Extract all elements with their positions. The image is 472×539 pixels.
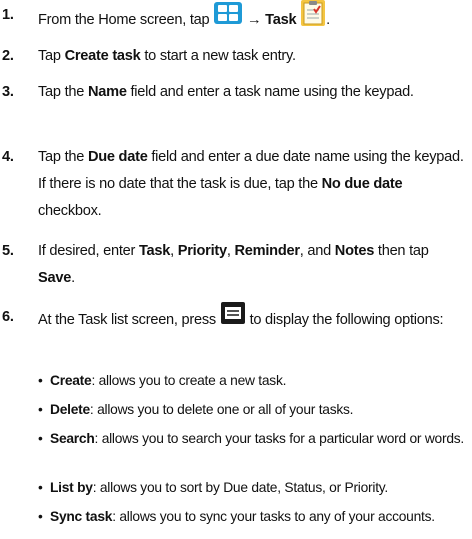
- menu-key-icon: [220, 302, 245, 334]
- step-1: 1. From the Home screen, tap → Task .: [0, 0, 470, 38]
- apps-grid-icon: [214, 2, 243, 34]
- name-field-label: Name: [87, 84, 127, 100]
- step-number: 2.: [2, 48, 14, 64]
- step-4: 4. Tap the Due date field and enter a du…: [0, 144, 470, 225]
- step-6: 6. At the Task list screen, press to dis…: [0, 302, 470, 336]
- step-text: At the Task list screen, press to displa…: [38, 302, 468, 336]
- step-number: 5.: [2, 243, 14, 259]
- due-date-label: Due date: [87, 149, 148, 165]
- list-item: • Delete: allows you to delete one or al…: [38, 399, 470, 420]
- no-due-date-label: No due date: [321, 176, 403, 192]
- step-text: From the Home screen, tap → Task .: [38, 0, 468, 38]
- instruction-page: 1. From the Home screen, tap → Task . 2.…: [0, 0, 472, 539]
- step-5: 5. If desired, enter Task, Priority, Rem…: [0, 238, 470, 292]
- list-item: • Sync task: allows you to sync your tas…: [38, 506, 470, 527]
- create-task-label: Create task: [64, 48, 141, 64]
- bullet-marker: •: [38, 431, 43, 446]
- step-3: 3. Tap the Name field and enter a task n…: [0, 79, 470, 106]
- arrow-glyph: →: [247, 11, 262, 28]
- step-text: Tap Create task to start a new task entr…: [38, 48, 296, 64]
- step-number: 4.: [2, 149, 14, 165]
- bullet-marker: •: [38, 509, 43, 524]
- option-label: Delete: [50, 402, 90, 417]
- list-item: • Search: allows you to search your task…: [38, 428, 470, 449]
- list-item: • List by: allows you to sort by Due dat…: [38, 477, 470, 498]
- step-number: 6.: [2, 309, 14, 325]
- bullet-marker: •: [38, 480, 43, 495]
- step-text: Tap the Due date field and enter a due d…: [38, 149, 464, 219]
- option-label: Sync task: [50, 509, 113, 524]
- bullet-marker: •: [38, 373, 43, 388]
- option-label: Search: [50, 431, 95, 446]
- list-item: • Create: allows you to create a new tas…: [38, 370, 470, 391]
- step-number: 1.: [2, 7, 14, 23]
- step-text: If desired, enter Task, Priority, Remind…: [38, 243, 429, 286]
- option-label: Create: [50, 373, 92, 388]
- save-label: Save: [38, 270, 72, 286]
- option-label: List by: [50, 480, 93, 495]
- bullet-marker: •: [38, 402, 43, 417]
- step-number: 3.: [2, 84, 14, 100]
- step-text: Tap the Name field and enter a task name…: [38, 84, 414, 100]
- task-app-icon: [301, 0, 326, 36]
- step-2: 2. Tap Create task to start a new task e…: [0, 43, 470, 70]
